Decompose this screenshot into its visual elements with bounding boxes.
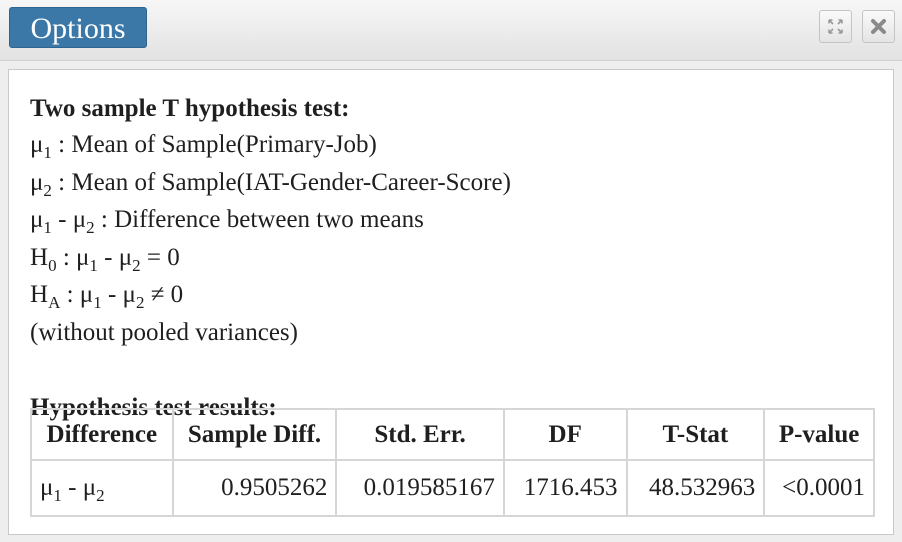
results-panel: Two sample T hypothesis test: μ1 : Mean … [8,69,894,535]
t-stat-cell: 48.532963 [625,459,766,517]
title-bar: Options [0,0,902,61]
close-button[interactable] [862,10,895,43]
options-window: Options Two sample T hypothesis test: μ1… [0,0,902,542]
p-value-cell: <0.0001 [763,459,875,517]
table-header-row: Difference Sample Diff. Std. Err. DF T-S… [30,408,875,461]
difference-cell: μ1 - μ2 [30,459,174,517]
sample-diff-cell: 0.9505262 [171,459,338,517]
df-cell: 1716.453 [502,459,628,517]
column-header-std-err: Std. Err. [335,408,505,461]
results-content: Two sample T hypothesis test: μ1 : Mean … [30,92,875,517]
std-err-cell: 0.019585167 [335,459,505,517]
difference-definition: μ1 - μ2 : Difference between two means [30,206,424,237]
close-icon [871,19,886,34]
test-heading: Two sample T hypothesis test: [30,95,350,122]
expand-icon [828,19,843,34]
results-table: Difference Sample Diff. Std. Err. DF T-S… [30,408,875,517]
expand-button[interactable] [819,10,852,43]
alternative-hypothesis: HA : μ1 - μ2 ≠ 0 [30,281,184,312]
mu1-definition: μ1 : Mean of Sample(Primary-Job) [30,131,377,162]
table-row: μ1 - μ2 0.9505262 0.019585167 1716.453 4… [30,459,875,517]
column-header-df: DF [502,408,628,461]
options-button[interactable]: Options [9,7,147,48]
mu2-definition: μ2 : Mean of Sample(IAT-Gender-Career-Sc… [30,168,511,200]
null-hypothesis: H0 : μ1 - μ2 = 0 [30,243,180,275]
pooled-variance-note: (without pooled variances) [30,318,298,346]
column-header-difference: Difference [30,408,174,461]
column-header-p-value: P-value [763,408,875,461]
column-header-t-stat: T-Stat [625,408,766,461]
column-header-sample-diff: Sample Diff. [171,408,338,461]
